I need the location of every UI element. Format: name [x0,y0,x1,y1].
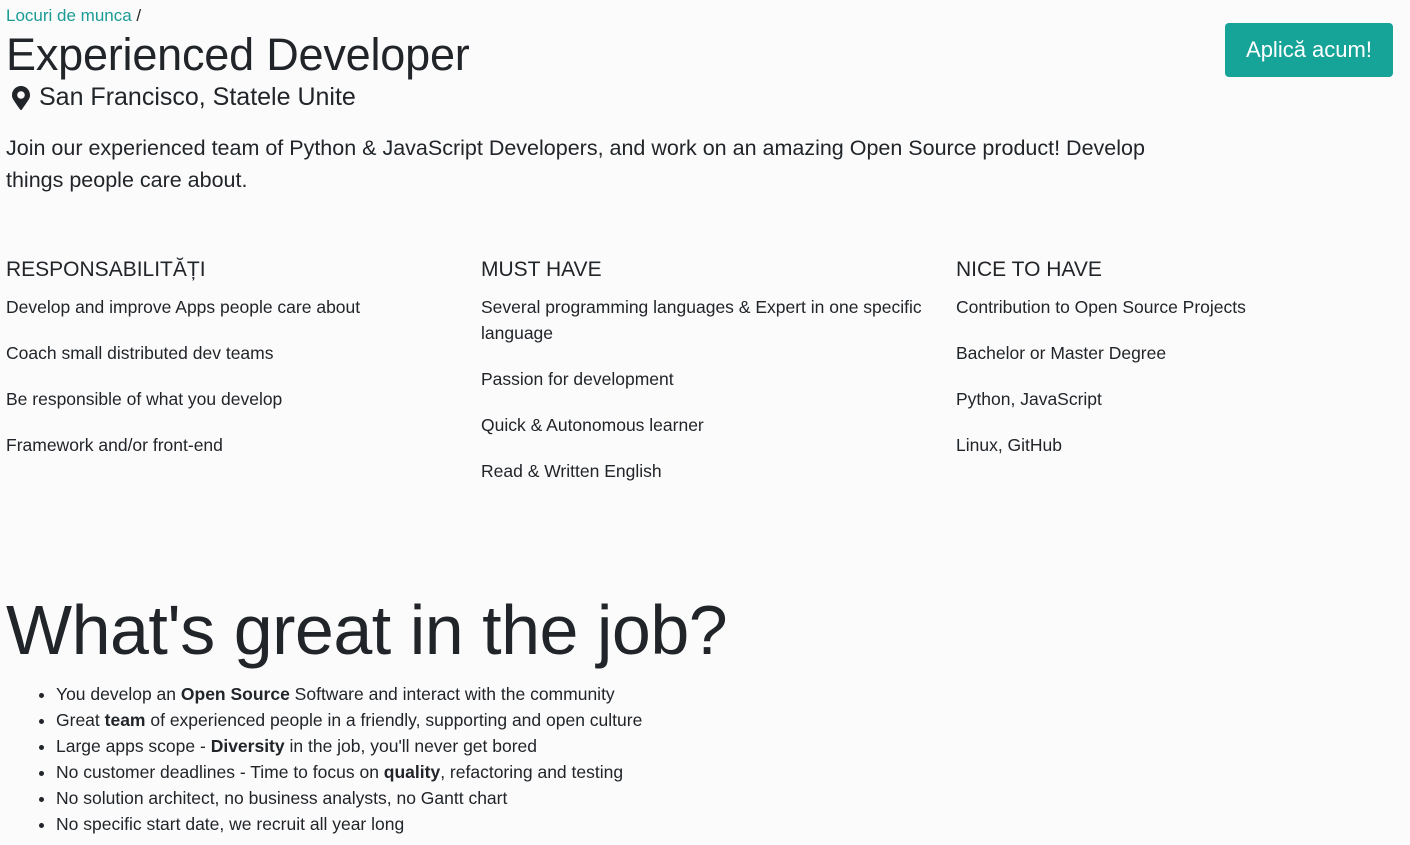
perk-item: No customer deadlines - Time to focus on… [56,759,642,785]
perk-text: You develop an [56,684,181,704]
perk-text: Large apps scope - [56,736,211,756]
column-nice-to-have: Nice to have Contribution to Open Source… [956,256,1406,478]
perk-highlight: Diversity [210,736,285,756]
column-heading: Must Have [481,258,602,281]
list-item: Bachelor or Master Degree [956,343,1167,363]
perk-item: You develop an Open Source Software and … [56,681,642,707]
page-title: Experienced Developer [6,29,470,80]
section-title: What's great in the job? [6,591,728,669]
column-responsibilities: Responsabilități Develop and improve App… [6,256,456,478]
perk-item: No specific start date, we recruit all y… [56,811,642,837]
map-marker-icon [12,85,30,110]
list-item: Several programming languages & Expert i… [481,297,922,343]
list-item: Develop and improve Apps people care abo… [6,297,361,317]
job-location-text: San Francisco, Statele Unite [39,83,356,111]
column-heading: Nice to have [956,258,1102,281]
perk-text: No solution architect, no business analy… [56,788,508,808]
perk-item: No solution architect, no business analy… [56,785,642,811]
perk-text: in the job, you'll never get bored [284,736,538,756]
column-heading: Responsabilități [6,258,206,281]
list-item: Linux, GitHub [956,435,1063,455]
column-must-have: Must Have Several programming languages … [481,256,931,504]
job-intro: Join our experienced team of Python & Ja… [6,136,1145,192]
list-item: Read & Written English [481,461,662,481]
breadcrumb: Locuri de munca / [6,5,141,27]
requirements-list: Contribution to Open Source Projects Bac… [956,294,1406,458]
job-location: San Francisco, Statele Unite [12,81,356,113]
requirements-list: Several programming languages & Expert i… [481,294,931,484]
perk-highlight: Open Source [180,684,290,704]
perk-text: No specific start date, we recruit all y… [56,814,405,834]
perk-text: of experienced people in a friendly, sup… [145,710,643,730]
list-item: Passion for development [481,369,674,389]
perk-text: , refactoring and testing [440,762,624,782]
breadcrumb-separator: / [136,6,142,25]
perk-highlight: team [104,710,146,730]
list-item: Be responsible of what you develop [6,389,283,409]
breadcrumb-link-jobs[interactable]: Locuri de munca [6,6,132,25]
list-item: Contribution to Open Source Projects [956,297,1246,317]
list-item: Framework and/or front-end [6,435,223,455]
perk-text: Great [56,710,105,730]
list-item: Python, JavaScript [956,389,1102,409]
requirements-list: Develop and improve Apps people care abo… [6,294,456,458]
apply-now-button[interactable]: Aplică acum! [1225,23,1393,77]
perk-item: Great team of experienced people in a fr… [56,707,642,733]
perk-text: No customer deadlines - Time to focus on [56,762,384,782]
list-item: Quick & Autonomous learner [481,415,704,435]
perk-highlight: quality [383,762,441,782]
list-item: Coach small distributed dev teams [6,343,274,363]
perk-item: Large apps scope - Diversity in the job,… [56,733,642,759]
perk-text: Software and interact with the community [289,684,615,704]
perks-list: You develop an Open Source Software and … [16,681,642,837]
